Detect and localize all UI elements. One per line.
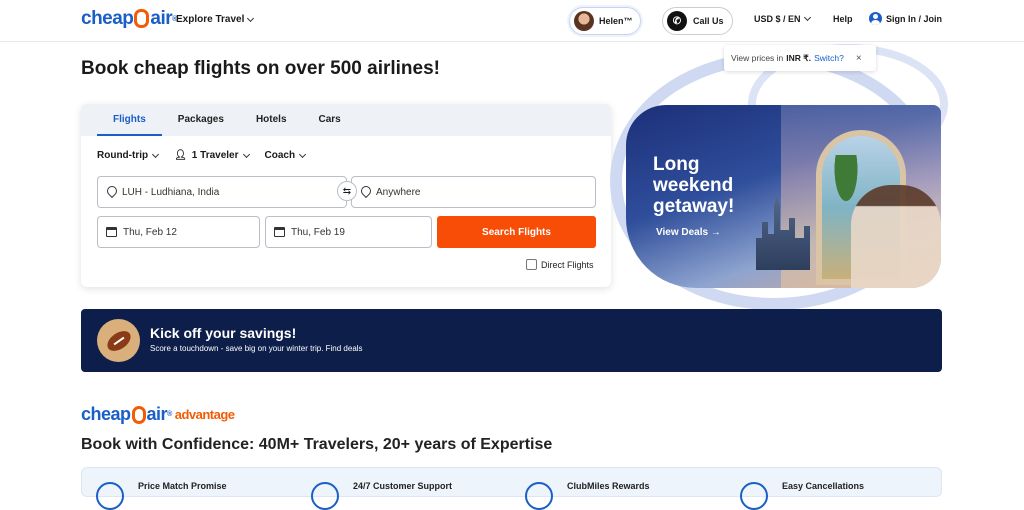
price-match-icon	[96, 482, 124, 510]
direct-flights-label: Direct Flights	[541, 259, 594, 270]
call-us-button[interactable]: ✆ Call Us	[662, 7, 733, 35]
help-link[interactable]: Help	[833, 14, 853, 24]
logo-text-air: air	[146, 404, 168, 424]
promo-couple-image	[851, 185, 941, 288]
trip-type-label: Round-trip	[97, 150, 149, 161]
depart-date-field[interactable]: Thu, Feb 12	[97, 216, 260, 248]
cabin-class-select[interactable]: Coach	[264, 150, 307, 161]
chevron-down-icon	[247, 14, 255, 22]
calendar-icon	[106, 227, 117, 237]
features-strip: Price Match Promise 24/7 Customer Suppor…	[81, 467, 942, 510]
search-options: Round-trip 👤︎ 1 Traveler Coach	[97, 150, 307, 161]
origin-value: LUH - Ludhiana, India	[122, 186, 220, 198]
return-date-value: Thu, Feb 19	[291, 226, 345, 238]
feature-label: Price Match Promise	[138, 481, 227, 491]
cheapoair-advantage-logo: cheap air ® advantage	[81, 404, 235, 425]
user-icon	[869, 12, 882, 25]
support-icon	[311, 482, 339, 510]
registered-mark: ®	[167, 411, 172, 418]
feature-label: Easy Cancellations	[782, 481, 865, 491]
banner-title: Kick off your savings!	[150, 325, 297, 341]
cheapoair-logo[interactable]: cheap air ®	[81, 8, 177, 30]
currency-language-selector[interactable]: USD $ / EN	[754, 13, 811, 24]
destination-value: Anywhere	[376, 186, 421, 198]
traveler-icon: 👤︎	[174, 150, 187, 161]
chevron-down-icon	[299, 150, 307, 158]
rewards-icon	[525, 482, 553, 510]
feature-label: ClubMiles Rewards	[567, 481, 650, 491]
page-title: Book cheap flights on over 500 airlines!	[81, 58, 440, 79]
tab-hotels[interactable]: Hotels	[240, 104, 303, 136]
tab-flights[interactable]: Flights	[97, 104, 162, 136]
chevron-down-icon	[152, 150, 160, 158]
top-navigation-bar: cheap air ® Explore Travel Helen™ ✆ Call U…	[0, 0, 1024, 42]
search-tabs: Flights Packages Hotels Cars	[81, 104, 611, 136]
cancellation-icon	[740, 482, 768, 510]
avatar	[574, 11, 594, 31]
phone-icon: ✆	[667, 11, 687, 31]
explore-travel-label: Explore Travel	[176, 14, 245, 25]
search-flights-button[interactable]: Search Flights	[437, 216, 596, 248]
explore-travel-menu[interactable]: Explore Travel	[176, 14, 255, 25]
logo-o-icon	[134, 8, 150, 28]
promo-area: Long weekend getaway! View Deals →	[608, 42, 948, 310]
direct-flights-checkbox[interactable]: Direct Flights	[526, 259, 594, 270]
sign-in-label: Sign In / Join	[886, 13, 942, 24]
helen-assistant-button[interactable]: Helen™	[569, 7, 641, 35]
promo-banner[interactable]: Kick off your savings! Score a touchdown…	[81, 309, 942, 372]
advantage-label: advantage	[174, 407, 235, 422]
football-icon	[97, 319, 140, 362]
cabin-label: Coach	[264, 150, 296, 161]
logo-o-icon	[131, 405, 146, 424]
currency-switch-tooltip: View prices in INR ₹. Switch? ×	[724, 45, 876, 71]
travelers-select[interactable]: 👤︎ 1 Traveler	[174, 150, 250, 161]
chevron-down-icon	[242, 150, 250, 158]
promo-title: Long weekend getaway!	[653, 154, 735, 217]
logo-text-cheap: cheap	[81, 8, 134, 29]
return-date-field[interactable]: Thu, Feb 19	[265, 216, 432, 248]
logo-text-cheap: cheap	[81, 404, 131, 424]
origin-field[interactable]: LUH - Ludhiana, India	[97, 176, 347, 208]
logo-text-air: air	[150, 8, 173, 29]
feature-label: 24/7 Customer Support	[353, 481, 453, 491]
sign-in-button[interactable]: Sign In / Join	[869, 12, 942, 25]
travelers-label: 1 Traveler	[191, 150, 239, 161]
currency-label: USD $ / EN	[754, 14, 801, 24]
trip-type-select[interactable]: Round-trip	[97, 150, 160, 161]
destination-field[interactable]: Anywhere	[351, 176, 596, 208]
close-icon[interactable]: ×	[856, 53, 862, 64]
tab-packages[interactable]: Packages	[162, 104, 240, 136]
swap-airports-button[interactable]: ⇆	[337, 181, 357, 201]
long-weekend-promo-card[interactable]: Long weekend getaway! View Deals →	[626, 105, 941, 288]
tooltip-currency: INR ₹.	[786, 52, 812, 63]
tab-cars[interactable]: Cars	[303, 104, 357, 136]
helen-label: Helen™	[599, 16, 633, 26]
location-pin-icon	[360, 186, 370, 198]
chevron-down-icon	[803, 13, 811, 22]
call-us-label: Call Us	[693, 16, 724, 26]
confidence-heading: Book with Confidence: 40M+ Travelers, 20…	[81, 436, 553, 453]
calendar-icon	[274, 227, 285, 237]
tooltip-text: View prices in	[731, 53, 784, 63]
banner-subtitle: Score a touchdown - save big on your win…	[150, 344, 363, 353]
location-pin-icon	[106, 186, 116, 198]
flight-search-widget: Flights Packages Hotels Cars Round-trip …	[81, 104, 611, 287]
checkbox-icon	[526, 259, 537, 270]
switch-currency-link[interactable]: Switch?	[814, 53, 844, 63]
depart-date-value: Thu, Feb 12	[123, 226, 177, 238]
view-deals-link[interactable]: View Deals →	[656, 227, 721, 238]
